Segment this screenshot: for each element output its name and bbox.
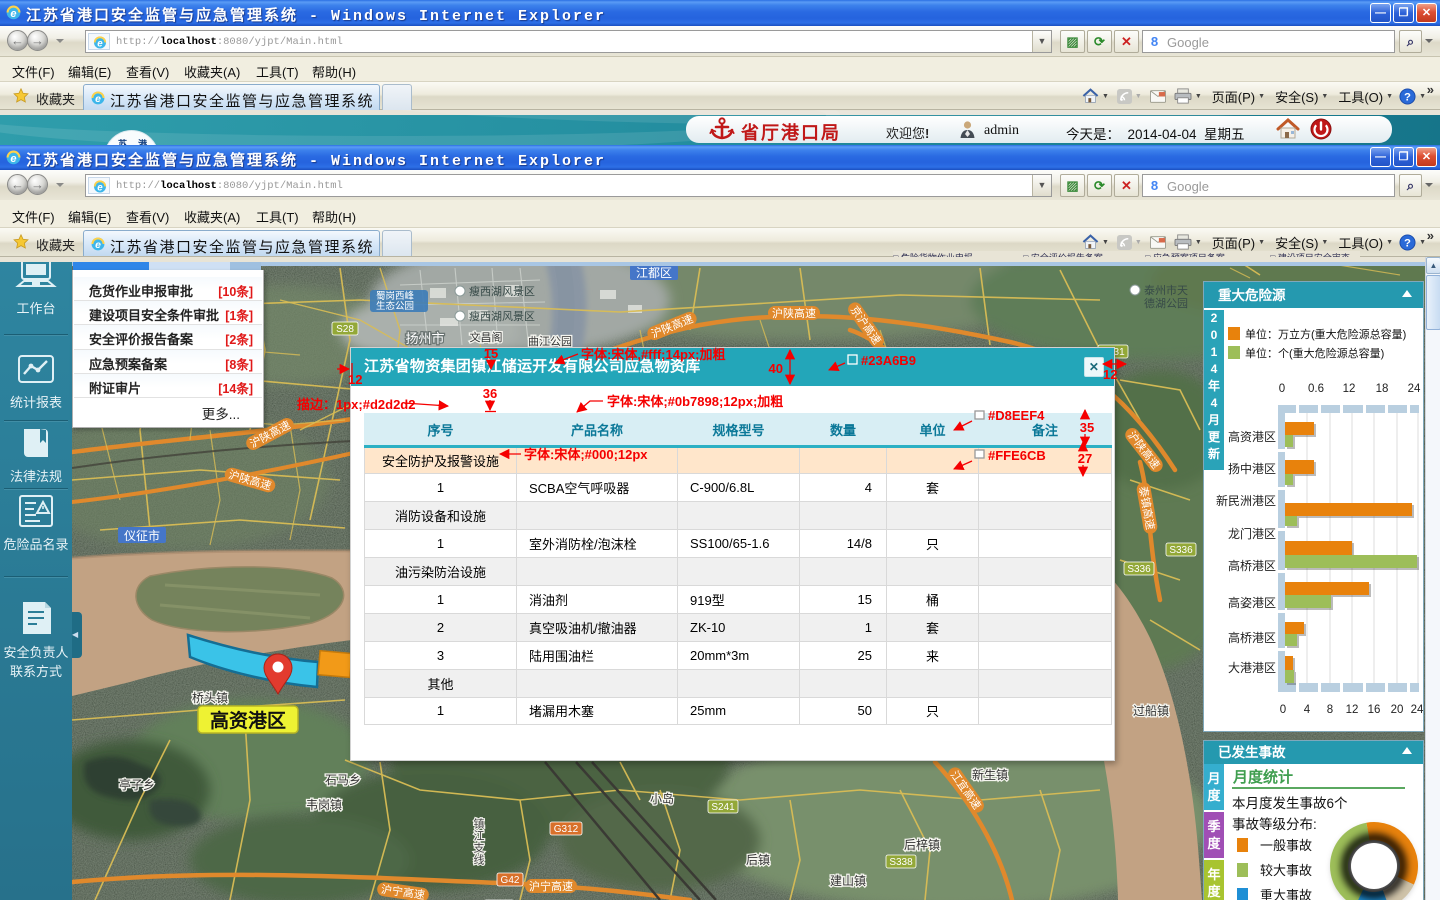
svg-text:15: 15 — [484, 346, 498, 361]
svg-text:#FFE6CB: #FFE6CB — [988, 448, 1046, 463]
svg-text:35: 35 — [1080, 420, 1094, 435]
svg-text:36: 36 — [483, 386, 497, 401]
svg-text:#D8EEF4: #D8EEF4 — [988, 408, 1045, 423]
svg-text:12: 12 — [1103, 367, 1117, 382]
svg-text:字体:宋体;#0b7898;12px;加粗: 字体:宋体;#0b7898;12px;加粗 — [607, 394, 783, 409]
svg-text:字体:宋体,#fff;14px;加粗: 字体:宋体,#fff;14px;加粗 — [581, 347, 725, 362]
svg-text:12: 12 — [348, 372, 362, 387]
svg-text:字体:宋体;#000;12px: 字体:宋体;#000;12px — [524, 447, 648, 462]
svg-text:40: 40 — [769, 361, 783, 376]
svg-text:描边：1px;#d2d2d2: 描边：1px;#d2d2d2 — [297, 397, 415, 412]
svg-text:27: 27 — [1078, 451, 1092, 466]
svg-text:#23A6B9: #23A6B9 — [861, 353, 916, 368]
